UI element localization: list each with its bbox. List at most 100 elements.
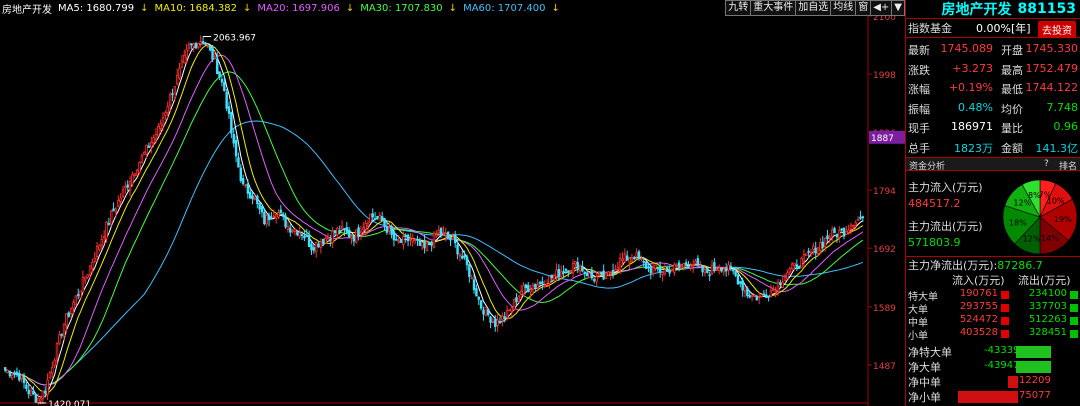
candle-up: [314, 241, 318, 253]
candle-up: [699, 264, 702, 267]
candle-down: [835, 234, 839, 238]
candle-up: [800, 257, 803, 268]
add-watchlist-button[interactable]: 加自选: [795, 0, 832, 16]
candle-up: [437, 230, 440, 234]
candle-down: [732, 269, 735, 272]
candle-up: [65, 313, 68, 326]
outflow-cell: 328451: [1028, 327, 1067, 338]
major-events-button[interactable]: 重大事件: [750, 0, 797, 16]
candle-down: [246, 183, 250, 194]
rank-button[interactable]: 排名: [1059, 159, 1077, 172]
candle-down: [585, 272, 589, 277]
jiuzhuan-button[interactable]: 九转: [725, 0, 752, 16]
ma-settings-button[interactable]: 均线: [830, 0, 857, 16]
candle-down: [296, 231, 299, 236]
inflow-cell: 524472: [959, 314, 998, 325]
candle-down: [562, 271, 565, 273]
candle-down: [649, 266, 652, 274]
net-label: 净特大单: [908, 346, 952, 359]
candle-up: [444, 233, 448, 236]
candle-down: [602, 270, 605, 280]
net-row: 净小单 75077: [906, 389, 1080, 405]
quote-value-2: 1745.330: [1025, 42, 1079, 55]
chart-toolbar: 九转 重大事件 加自选 均线 窗 ◀+ ▼: [725, 0, 905, 16]
candle-up: [362, 227, 365, 231]
candle-up: [213, 56, 217, 59]
candle-down: [251, 195, 254, 200]
candle-down: [764, 294, 768, 299]
candle-down: [22, 375, 26, 384]
candle-up: [618, 258, 622, 271]
candle-up: [133, 173, 136, 176]
candle-up: [691, 264, 695, 267]
candle-down: [399, 239, 403, 243]
window-button[interactable]: 窗: [855, 0, 872, 16]
candle-down: [322, 238, 325, 244]
candle-up: [409, 238, 412, 241]
outflow-marker: [1070, 330, 1078, 338]
candle-up: [710, 264, 714, 275]
outflow-cell: 512263: [1028, 314, 1067, 325]
candle-up: [364, 222, 367, 230]
candle-up: [84, 277, 87, 281]
candle-down: [557, 268, 561, 277]
candle-up: [291, 230, 294, 233]
net-label: 净大单: [908, 361, 941, 374]
candle-up: [823, 237, 827, 248]
candle-up: [531, 285, 535, 290]
candle-down: [576, 262, 579, 270]
candle-up: [20, 375, 23, 379]
candle-down: [472, 279, 476, 291]
ma5-label: MA5: 1680.799: [58, 2, 135, 14]
down-arrow-icon: ↓: [345, 2, 355, 14]
candle-down: [18, 372, 21, 381]
candle-down: [234, 140, 238, 157]
candle-down: [550, 274, 554, 279]
candle-up: [62, 323, 66, 337]
pie-slice-label: 8%: [1028, 191, 1041, 200]
candle-down: [281, 213, 285, 217]
net-outflow-label: 主力净流出(万元):: [908, 259, 998, 272]
fund-analysis-tab[interactable]: 资金分析: [909, 159, 945, 172]
help-icon[interactable]: ?: [1044, 159, 1049, 169]
candle-up: [298, 232, 301, 237]
invest-button[interactable]: 去投资: [1038, 21, 1076, 38]
candle-down: [465, 256, 469, 266]
candle-down: [724, 269, 728, 272]
y-tick-label: 1589: [873, 304, 896, 314]
candle-up: [845, 230, 848, 235]
candle-down: [112, 208, 115, 212]
candle-up: [786, 272, 789, 279]
candle-up: [175, 74, 179, 85]
y-tick-label: 1998: [873, 71, 896, 81]
candle-up: [847, 229, 850, 233]
candle-down: [656, 267, 660, 270]
candle-up: [458, 254, 462, 257]
candle-down: [406, 234, 410, 242]
candle-down: [581, 266, 584, 272]
candle-down: [826, 235, 829, 240]
candle-down: [376, 216, 379, 219]
quote-value: +3.273: [952, 61, 993, 75]
candle-down: [430, 242, 433, 246]
candle-up: [788, 268, 792, 273]
candle-up: [185, 49, 188, 58]
quote-value: 186971: [951, 120, 993, 133]
price-chart-pane[interactable]: 210019981896179416921589148718872063.967…: [0, 0, 905, 406]
candle-down: [171, 93, 174, 95]
dropdown-icon[interactable]: ▼: [891, 0, 905, 16]
current-price-label: 1887: [871, 134, 894, 144]
candle-up: [852, 225, 855, 228]
candle-down: [567, 270, 570, 273]
stock-app: 210019981896179416921589148718872063.967…: [0, 0, 1080, 406]
sound-icon[interactable]: ◀+: [870, 0, 893, 16]
price-chart[interactable]: 210019981896179416921589148718872063.967…: [0, 0, 905, 406]
candle-up: [51, 367, 54, 374]
ma30-label: MA30: 1707.830: [360, 2, 443, 14]
candle-down: [258, 202, 261, 210]
quote-label: 涨幅: [908, 83, 930, 96]
candle-down: [538, 282, 542, 284]
candle-down: [60, 333, 63, 336]
candle-down: [515, 297, 518, 303]
candle-up: [48, 372, 52, 378]
